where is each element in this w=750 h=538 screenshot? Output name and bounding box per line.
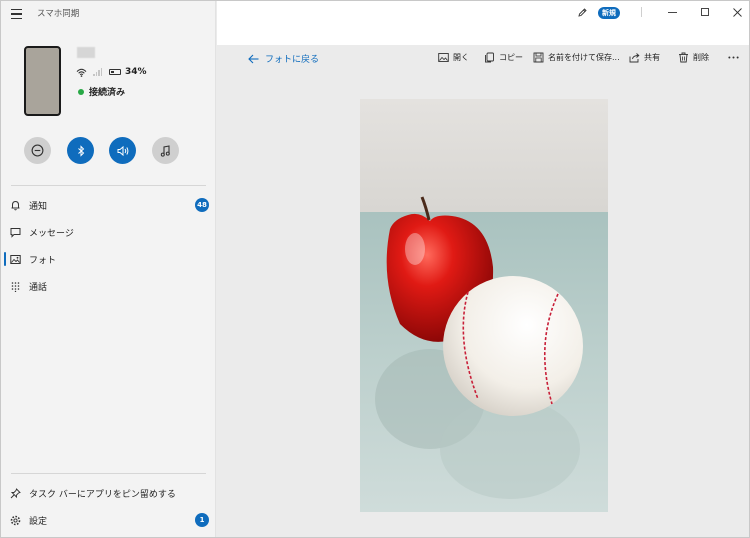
more-horizontal-icon	[728, 56, 739, 59]
sidebar-item-label: メッセージ	[29, 228, 74, 239]
photo-preview[interactable]	[360, 99, 608, 512]
save-as-button[interactable]: 名前を付けて保存...	[533, 52, 620, 63]
bluetooth-icon	[77, 144, 84, 157]
gear-icon	[10, 515, 21, 526]
connection-status-label: 接続済み	[89, 88, 126, 98]
title-bar: 新規	[217, 1, 749, 45]
photo-toolbar: フォトに戻る 開く コピー 名前を付けて保存... 共有 削除	[217, 45, 749, 73]
music-note-icon	[160, 144, 170, 157]
phone-thumbnail	[24, 46, 61, 116]
arrow-left-icon	[248, 54, 259, 63]
battery-icon	[109, 69, 121, 75]
app-window: スマホ同期 34% 接続済み 通知 48 メッセージ フォト 通話 タスク バー…	[0, 0, 750, 538]
open-label: 開く	[453, 53, 469, 62]
back-to-photos-button[interactable]: フォトに戻る	[248, 52, 319, 65]
sidebar-item-label: 設定	[29, 516, 48, 527]
image-open-icon	[438, 53, 449, 62]
audio-button[interactable]	[109, 137, 136, 164]
sidebar-item-settings[interactable]: 設定 1	[1, 509, 216, 531]
sidebar-item-photos[interactable]: フォト	[1, 248, 216, 270]
pen-icon[interactable]	[577, 7, 588, 18]
copy-icon	[485, 52, 494, 63]
photo-icon	[10, 254, 21, 265]
new-badge[interactable]: 新規	[598, 7, 620, 19]
share-button[interactable]: 共有	[629, 52, 660, 63]
minimize-icon	[667, 11, 677, 13]
phone-name-redacted	[77, 47, 95, 58]
minimize-button[interactable]	[662, 4, 682, 20]
save-icon	[533, 52, 544, 63]
open-button[interactable]: 開く	[438, 52, 469, 63]
sidebar-item-calls[interactable]: 通話	[1, 275, 216, 297]
signal-strength-icon	[93, 68, 102, 76]
share-label: 共有	[644, 53, 660, 62]
connected-dot-icon	[78, 88, 84, 95]
notification-count-badge: 48	[195, 198, 209, 212]
device-status: 34%	[76, 67, 147, 77]
copy-button[interactable]: コピー	[484, 52, 523, 63]
maximize-button[interactable]	[695, 4, 715, 20]
back-to-photos-label: フォトに戻る	[265, 55, 320, 65]
media-button[interactable]	[152, 137, 179, 164]
sidebar-item-notifications[interactable]: 通知 48	[1, 194, 216, 216]
connection-status: 接続済み	[78, 85, 125, 98]
save-as-label: 名前を付けて保存...	[548, 53, 620, 62]
battery-level: 34%	[125, 67, 147, 77]
trash-icon	[679, 52, 688, 63]
more-options-button[interactable]	[728, 52, 739, 63]
titlebar-separator	[641, 7, 642, 17]
sidebar-item-label: フォト	[29, 255, 57, 266]
do-not-disturb-button[interactable]	[24, 137, 51, 164]
sidebar-divider	[11, 473, 206, 474]
wifi-icon	[76, 68, 87, 77]
sidebar-divider	[11, 185, 206, 186]
sidebar-item-messages[interactable]: メッセージ	[1, 221, 216, 243]
pin-to-taskbar-item[interactable]: タスク バーにアプリをピン留めする	[1, 482, 216, 504]
sidebar-item-label: 通話	[29, 282, 48, 293]
delete-button[interactable]: 削除	[678, 52, 709, 63]
settings-badge: 1	[195, 513, 209, 527]
speaker-icon	[117, 145, 128, 156]
pin-to-taskbar-label: タスク バーにアプリをピン留めする	[29, 489, 176, 500]
maximize-icon	[701, 8, 709, 16]
photo-image	[360, 99, 608, 512]
app-title: スマホ同期	[37, 9, 80, 19]
close-button[interactable]	[727, 4, 747, 20]
delete-label: 削除	[693, 53, 709, 62]
dialpad-icon	[10, 281, 21, 292]
pin-icon	[10, 487, 21, 499]
close-icon	[732, 7, 742, 17]
bluetooth-button[interactable]	[67, 137, 94, 164]
sidebar-item-label: 通知	[29, 201, 48, 212]
hamburger-menu-icon[interactable]	[11, 9, 22, 19]
sidebar: スマホ同期 34% 接続済み 通知 48 メッセージ フォト 通話 タスク バー…	[1, 1, 216, 537]
minus-circle-icon	[31, 144, 44, 157]
message-icon	[10, 227, 21, 238]
copy-label: コピー	[499, 53, 523, 62]
bell-icon	[10, 200, 21, 211]
share-icon	[629, 53, 640, 63]
